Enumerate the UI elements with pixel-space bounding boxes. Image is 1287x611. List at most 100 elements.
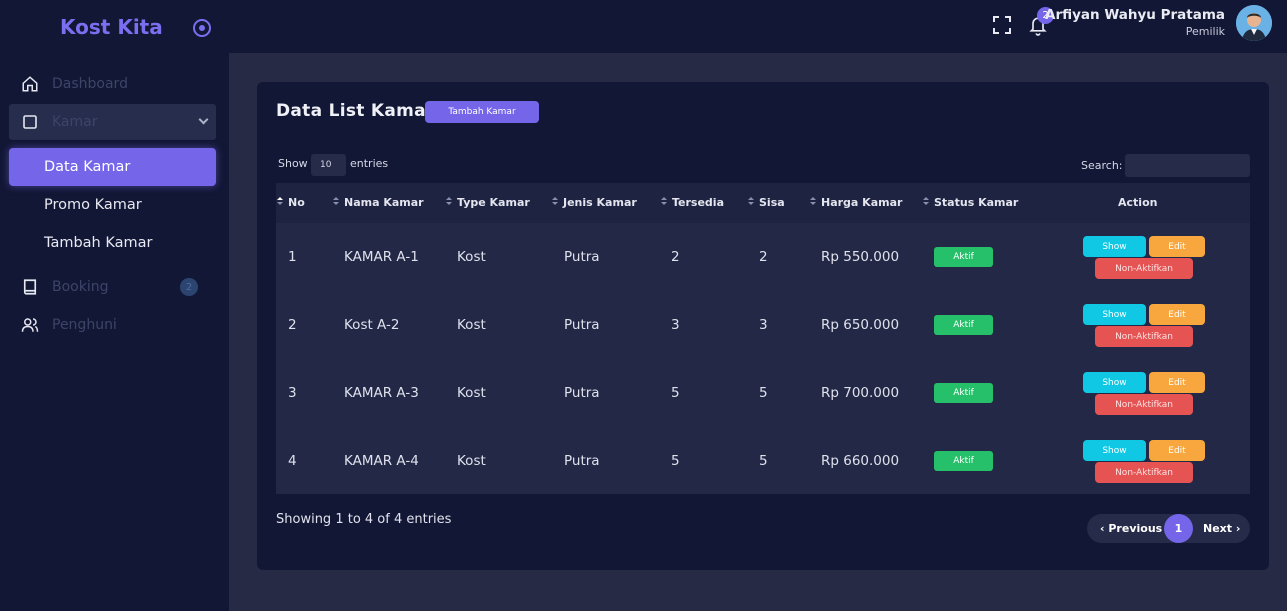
status-badge: Aktif <box>934 247 993 267</box>
deactivate-button[interactable]: Non-Aktifkan <box>1095 462 1193 483</box>
column-header-type-kamar[interactable]: Type Kamar <box>446 196 530 209</box>
status-badge: Aktif <box>934 315 993 335</box>
sidebar-item-label: Kamar <box>52 114 98 130</box>
cell-sisa: 5 <box>759 453 768 469</box>
user-name[interactable]: Arfiyan Wahyu Pratama <box>1045 7 1225 23</box>
cell-harga-kamar: Rp 660.000 <box>821 453 900 469</box>
show-button[interactable]: Show <box>1083 440 1146 461</box>
cell-sisa: 3 <box>759 317 768 333</box>
data-list-card: Data List Kamar Tambah Kamar Show 10 ent… <box>257 82 1269 570</box>
brand-logo[interactable]: Kost Kita <box>60 15 163 39</box>
sidebar-item-booking[interactable]: Booking 2 <box>9 269 216 305</box>
deactivate-button[interactable]: Non-Aktifkan <box>1095 394 1193 415</box>
table-info: Showing 1 to 4 of 4 entries <box>276 512 452 527</box>
cell-sisa: 5 <box>759 385 768 401</box>
entries-label: entries <box>350 157 389 170</box>
sort-icon <box>748 197 754 206</box>
square-icon <box>21 113 39 131</box>
sort-icon <box>333 197 339 206</box>
deactivate-button[interactable]: Non-Aktifkan <box>1095 326 1193 347</box>
book-icon <box>21 278 39 296</box>
next-button[interactable]: Next › <box>1203 522 1240 535</box>
booking-count-badge: 2 <box>180 278 198 296</box>
cell-tersedia: 2 <box>671 249 680 265</box>
show-button[interactable]: Show <box>1083 304 1146 325</box>
cell-type-kamar: Kost <box>457 317 486 333</box>
sidebar-item-penghuni[interactable]: Penghuni <box>9 307 216 343</box>
cell-nama-kamar: KAMAR A-4 <box>344 453 419 469</box>
show-button[interactable]: Show <box>1083 372 1146 393</box>
sort-icon <box>810 197 816 206</box>
sidebar: Kost Kita Dashboard Kamar Data Kamar Pro… <box>0 0 229 611</box>
cell-tersedia: 3 <box>671 317 680 333</box>
pagination: ‹ Previous 1 Next › <box>1087 514 1250 543</box>
sidebar-item-kamar[interactable]: Kamar <box>9 104 216 140</box>
column-header-harga-kamar[interactable]: Harga Kamar <box>810 196 902 209</box>
add-room-button[interactable]: Tambah Kamar <box>425 101 539 123</box>
home-icon <box>21 75 39 93</box>
chevron-down-icon <box>198 114 209 125</box>
cell-jenis-kamar: Putra <box>564 317 600 333</box>
cell-type-kamar: Kost <box>457 385 486 401</box>
edit-button[interactable]: Edit <box>1149 304 1205 325</box>
cell-nama-kamar: KAMAR A-3 <box>344 385 419 401</box>
cell-type-kamar: Kost <box>457 453 486 469</box>
avatar[interactable] <box>1236 5 1272 41</box>
edit-button[interactable]: Edit <box>1149 372 1205 393</box>
sort-icon <box>923 197 929 206</box>
show-button[interactable]: Show <box>1083 236 1146 257</box>
fullscreen-icon[interactable] <box>993 16 1011 34</box>
sidebar-subitem-promo-kamar[interactable]: Promo Kamar <box>9 186 216 224</box>
sort-icon <box>277 197 283 206</box>
column-header-tersedia[interactable]: Tersedia <box>661 196 724 209</box>
cell-harga-kamar: Rp 550.000 <box>821 249 900 265</box>
sidebar-subitem-data-kamar[interactable]: Data Kamar <box>9 148 216 186</box>
sort-icon <box>661 197 667 206</box>
sidebar-item-label: Booking <box>52 279 109 295</box>
sidebar-item-dashboard[interactable]: Dashboard <box>9 66 216 102</box>
cell-nama-kamar: Kost A-2 <box>344 317 400 333</box>
cell-no: 3 <box>288 385 297 401</box>
sort-icon <box>446 197 452 206</box>
cell-type-kamar: Kost <box>457 249 486 265</box>
cell-no: 4 <box>288 453 297 469</box>
search-input[interactable] <box>1125 154 1250 177</box>
column-header-status-kamar[interactable]: Status Kamar <box>923 196 1018 209</box>
sidebar-item-label: Dashboard <box>52 76 128 92</box>
sidebar-item-label: Penghuni <box>52 317 117 333</box>
sidebar-toggle-icon[interactable] <box>193 19 211 37</box>
column-header-action: Action <box>1118 196 1158 209</box>
rooms-table: No Nama Kamar Type Kamar Jenis Kamar Ter… <box>276 183 1250 494</box>
cell-nama-kamar: KAMAR A-1 <box>344 249 419 265</box>
column-header-nama-kamar[interactable]: Nama Kamar <box>333 196 424 209</box>
table-row: 2 Kost A-2 Kost Putra 3 3 Rp 650.000 Akt… <box>276 291 1250 359</box>
sidebar-subitem-tambah-kamar[interactable]: Tambah Kamar <box>9 224 216 262</box>
deactivate-button[interactable]: Non-Aktifkan <box>1095 258 1193 279</box>
cell-jenis-kamar: Putra <box>564 385 600 401</box>
search-label: Search: <box>1081 159 1123 172</box>
cell-harga-kamar: Rp 650.000 <box>821 317 900 333</box>
cell-harga-kamar: Rp 700.000 <box>821 385 900 401</box>
column-header-no[interactable]: No <box>277 196 305 209</box>
page-title: Data List Kamar <box>276 101 435 121</box>
table-header: No Nama Kamar Type Kamar Jenis Kamar Ter… <box>276 183 1250 223</box>
entries-select[interactable]: 10 <box>311 154 346 176</box>
cell-sisa: 2 <box>759 249 768 265</box>
sort-icon <box>552 197 558 206</box>
table-row: 1 KAMAR A-1 Kost Putra 2 2 Rp 550.000 Ak… <box>276 223 1250 291</box>
cell-jenis-kamar: Putra <box>564 249 600 265</box>
cell-tersedia: 5 <box>671 453 680 469</box>
show-label: Show <box>278 157 308 170</box>
cell-jenis-kamar: Putra <box>564 453 600 469</box>
previous-button[interactable]: ‹ Previous <box>1100 522 1162 535</box>
status-badge: Aktif <box>934 451 993 471</box>
users-icon <box>21 316 39 334</box>
edit-button[interactable]: Edit <box>1149 236 1205 257</box>
cell-no: 2 <box>288 317 297 333</box>
edit-button[interactable]: Edit <box>1149 440 1205 461</box>
column-header-sisa[interactable]: Sisa <box>748 196 785 209</box>
column-header-jenis-kamar[interactable]: Jenis Kamar <box>552 196 637 209</box>
page-1-button[interactable]: 1 <box>1164 514 1193 543</box>
cell-no: 1 <box>288 249 297 265</box>
user-role: Pemilik <box>1185 25 1225 38</box>
